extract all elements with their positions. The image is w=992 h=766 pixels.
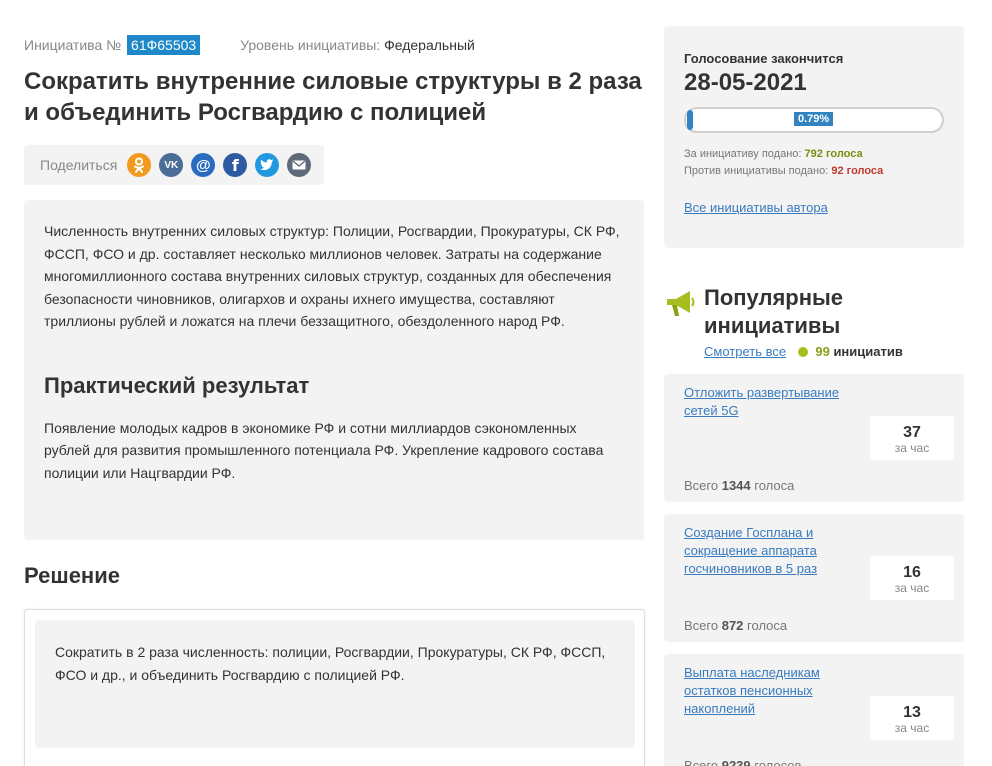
voting-progress-label: 0.79%	[794, 112, 834, 126]
share-bar: Поделиться VK @ f	[24, 145, 324, 185]
green-dot-icon	[797, 347, 808, 357]
total-value: 9239	[721, 758, 751, 766]
popular-card: Отложить развертывание сетей 5G 37 за ча…	[664, 374, 964, 502]
popular-card: Выплата наследникам остатков пенсионных …	[664, 654, 964, 766]
popular-card-total: Всего 9239 голосов	[684, 758, 801, 766]
description-panel: Численность внутренних силовых структур:…	[24, 200, 644, 540]
total-prefix: Всего	[684, 478, 719, 493]
initiative-level-value: Федеральный	[384, 37, 475, 53]
decision-title: Решение	[24, 563, 120, 588]
popular-subline: Смотреть все 99 инициатив	[704, 344, 903, 359]
rate-unit: за час	[894, 441, 930, 455]
decision-card: Сократить в 2 раза численность: полиции,…	[24, 609, 645, 766]
email-icon[interactable]	[287, 153, 312, 177]
megaphone-icon	[664, 288, 696, 323]
votes-for-label: За инициативу подано:	[684, 148, 802, 160]
voting-end-date: 28-05-2021	[684, 69, 807, 96]
rate-value: 13	[903, 704, 921, 721]
popular-card-link[interactable]: Создание Госплана и сокращение аппарата …	[684, 524, 862, 578]
share-label: Поделиться	[40, 157, 118, 173]
total-suffix: голоса	[754, 478, 795, 493]
popular-card-rate: 16 за час	[870, 556, 954, 600]
popular-card-total: Всего 1344 голоса	[684, 478, 794, 493]
rate-value: 37	[903, 424, 921, 441]
initiative-number-badge: 61Ф65503	[127, 35, 201, 55]
initiative-meta: Инициатива № 61Ф65503 Уровень инициативы…	[24, 35, 475, 55]
popular-title: Популярные инициативы	[704, 285, 844, 338]
description-text: Численность внутренних силовых структур:…	[44, 223, 620, 329]
votes-for: За инициативу подано: 792 голоса	[684, 148, 944, 160]
total-prefix: Всего	[684, 618, 719, 633]
initiative-title: Сократить внутренние силовые структуры в…	[24, 68, 642, 126]
voting-progress-fill	[687, 110, 693, 130]
decision-text: Сократить в 2 раза численность: полиции,…	[35, 620, 635, 748]
popular-count-word: инициатив	[833, 344, 903, 359]
voting-progress-bar: 0.79%	[684, 107, 944, 133]
popular-card: Создание Госплана и сокращение аппарата …	[664, 514, 964, 642]
votes-against-label: Против инициативы подано:	[684, 165, 829, 177]
see-all-link[interactable]: Смотреть все	[704, 344, 786, 359]
rate-unit: за час	[894, 721, 930, 735]
facebook-icon[interactable]: f	[223, 153, 248, 177]
voting-ends-label: Голосование закончится	[684, 51, 844, 66]
vk-icon[interactable]: VK	[159, 153, 184, 177]
voting-panel: Голосование закончится 28-05-2021 0.79% …	[664, 26, 964, 248]
initiative-number-label: Инициатива №	[24, 37, 122, 53]
total-suffix: голосов	[754, 758, 802, 766]
popular-card-total: Всего 872 голоса	[684, 618, 787, 633]
total-value: 872	[721, 618, 744, 633]
author-initiatives-link[interactable]: Все инициативы автора	[684, 200, 944, 215]
rate-value: 16	[903, 564, 921, 581]
total-value: 1344	[721, 478, 751, 493]
initiative-level-label: Уровень инициативы:	[240, 37, 381, 53]
odnoklassniki-icon[interactable]	[127, 153, 152, 177]
practical-result-title: Практический результат	[44, 372, 310, 398]
popular-count: 99	[815, 344, 830, 359]
popular-card-link[interactable]: Отложить развертывание сетей 5G	[684, 384, 862, 420]
twitter-icon[interactable]	[255, 153, 280, 177]
votes-against: Против инициативы подано: 92 голоса	[684, 165, 944, 177]
total-prefix: Всего	[684, 758, 719, 766]
mail-ru-icon[interactable]: @	[191, 153, 216, 177]
votes-for-count: 792 голоса	[804, 148, 863, 160]
popular-card-rate: 37 за час	[870, 416, 954, 460]
total-suffix: голоса	[747, 618, 788, 633]
practical-result-text: Появление молодых кадров в экономике РФ …	[44, 419, 604, 481]
popular-card-rate: 13 за час	[870, 696, 954, 740]
rate-unit: за час	[894, 581, 930, 595]
popular-card-link[interactable]: Выплата наследникам остатков пенсионных …	[684, 664, 862, 718]
votes-against-count: 92 голоса	[831, 165, 884, 177]
